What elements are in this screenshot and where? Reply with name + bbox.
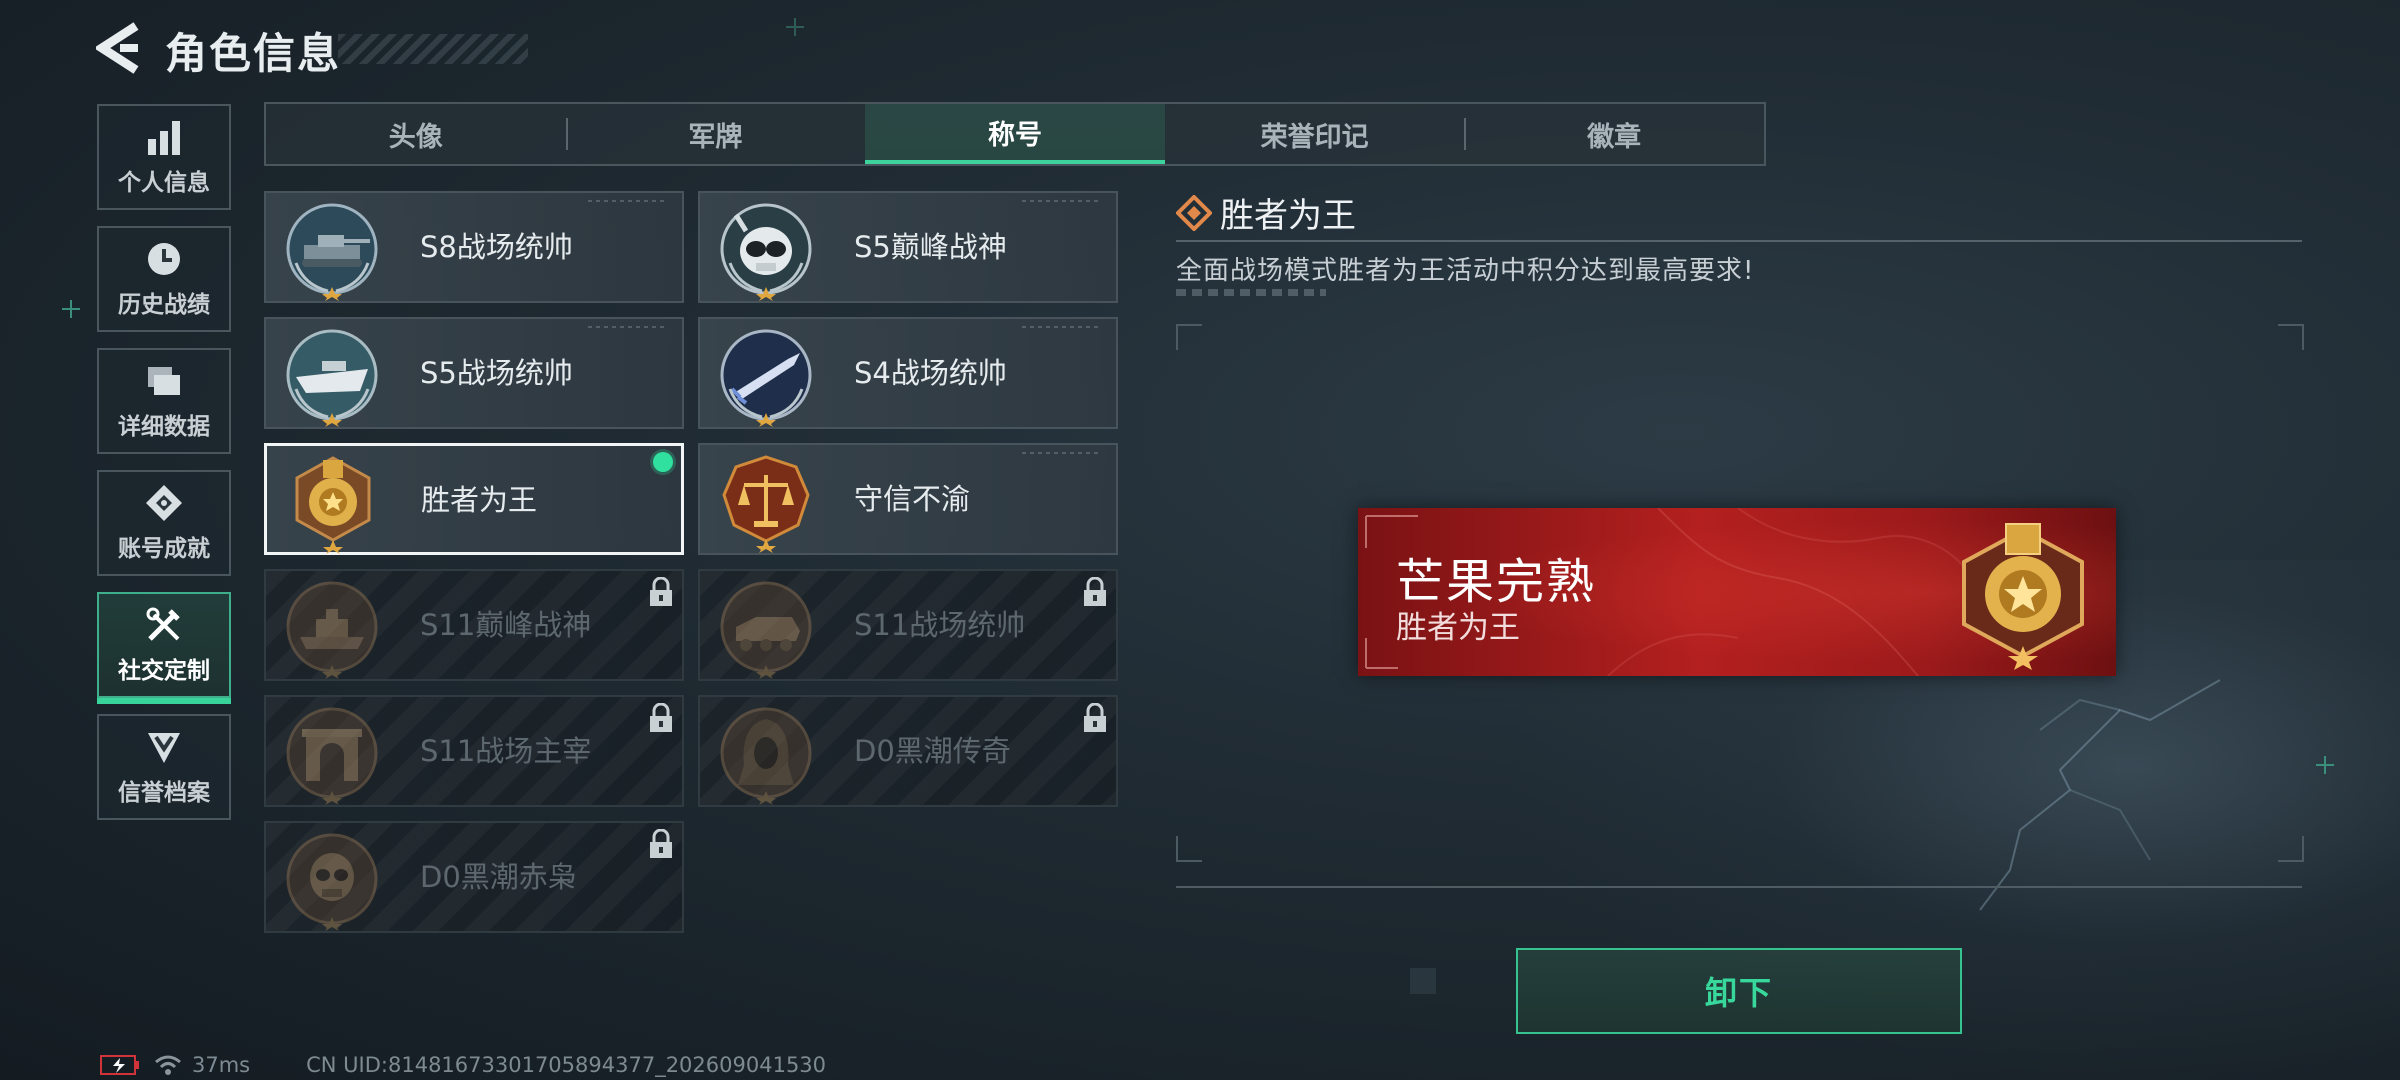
folders-icon — [148, 367, 180, 395]
apc-emblem-icon — [720, 581, 812, 679]
unequip-label: 卸下 — [1704, 974, 1773, 1012]
tab-avatar[interactable]: 头像 — [266, 104, 566, 164]
crosshair-decoration — [2316, 756, 2334, 774]
nav-item-personal-info[interactable]: 个人信息 — [97, 104, 231, 210]
frame-corner — [2278, 324, 2304, 350]
tab-honor-mark[interactable]: 荣誉印记 — [1165, 104, 1465, 164]
nav-label: 个人信息 — [118, 170, 210, 196]
decorative-tick — [1022, 452, 1102, 454]
title-name: S11战场主宰 — [420, 734, 592, 768]
title-name: D0黑潮赤枭 — [420, 860, 577, 894]
nav-label: 历史战绩 — [118, 292, 210, 318]
hovercraft-emblem-icon — [286, 581, 378, 679]
divider — [1176, 240, 2302, 242]
title-name: D0黑潮传奇 — [854, 734, 1011, 768]
title-name: S11战场统帅 — [854, 608, 1026, 642]
nav-label: 详细数据 — [118, 414, 210, 440]
skull-diver-emblem-icon — [720, 203, 812, 301]
divider — [1176, 886, 2302, 888]
missile-emblem-icon — [720, 329, 812, 427]
diamond-icon — [1176, 195, 1212, 231]
scales-emblem-icon — [722, 455, 810, 553]
nav-item-history[interactable]: 历史战绩 — [97, 226, 231, 332]
title-name: S5巅峰战神 — [854, 230, 1007, 264]
title-card-locked[interactable]: D0黑潮赤枭 — [264, 821, 684, 933]
nameplate-title: 胜者为王 — [1396, 610, 1520, 646]
battery-charging-icon — [100, 1055, 139, 1075]
tank-emblem-icon — [286, 203, 378, 301]
nav-item-detailed-data[interactable]: 详细数据 — [97, 348, 231, 454]
status-bar: 37ms CN UID:81481673301705894377_2026090… — [100, 1052, 826, 1078]
detail-description: 全面战场模式胜者为王活动中积分达到最高要求! — [1176, 256, 1755, 286]
wifi-icon — [155, 1055, 181, 1075]
user-uid: CN UID:81481673301705894377_202609041530 — [306, 1053, 827, 1077]
title-card[interactable]: S5战场统帅 — [264, 317, 684, 429]
title-card[interactable]: S4战场统帅 — [698, 317, 1118, 429]
unequip-button[interactable]: 卸下 — [1516, 948, 1962, 1034]
decorative-code — [1176, 289, 1326, 296]
decorative-square — [1410, 968, 1436, 994]
title-card-locked[interactable]: S11巅峰战神 — [264, 569, 684, 681]
title-card[interactable]: S8战场统帅 — [264, 191, 684, 303]
title-name: 守信不渝 — [854, 482, 971, 516]
frame-corner — [1176, 324, 1202, 350]
lock-icon — [650, 703, 672, 732]
decorative-tick — [1022, 200, 1102, 202]
nameplate-preview: 芒果完熟 胜者为王 — [1358, 508, 2116, 676]
title-name: 胜者为王 — [421, 483, 538, 517]
shield-chevron-icon — [148, 733, 180, 763]
decorative-tick — [1022, 326, 1102, 328]
lightning-decoration — [1979, 679, 2221, 911]
nav-item-credit-record[interactable]: 信誉档案 — [97, 714, 231, 820]
frame-corner — [2278, 836, 2304, 862]
page-title: 角色信息 — [165, 29, 342, 78]
title-name: S8战场统帅 — [420, 230, 573, 264]
title-name: S4战场统帅 — [854, 356, 1007, 390]
ping-value: 37ms — [192, 1053, 251, 1077]
nav-label: 信誉档案 — [118, 780, 210, 806]
gold-medal-emblem-icon — [295, 456, 371, 554]
nav-label: 社交定制 — [118, 658, 210, 684]
lock-icon — [650, 829, 672, 858]
bar-chart-icon — [148, 121, 180, 155]
back-button[interactable] — [96, 22, 142, 74]
title-card[interactable]: S5巅峰战神 — [698, 191, 1118, 303]
lock-icon — [650, 577, 672, 606]
arch-emblem-icon — [286, 707, 378, 805]
clock-icon — [148, 243, 180, 275]
tab-title[interactable]: 称号 — [865, 104, 1165, 164]
tab-badge[interactable]: 徽章 — [1464, 104, 1764, 164]
title-name: S11巅峰战神 — [420, 608, 592, 642]
crosshair-decoration — [786, 18, 804, 36]
title-name: S5战场统帅 — [420, 356, 573, 390]
title-card-selected[interactable]: 胜者为王 — [264, 443, 684, 555]
hooded-figure-emblem-icon — [720, 707, 812, 805]
skull-mask-emblem-icon — [286, 833, 378, 931]
wrench-tools-icon — [146, 607, 180, 641]
gold-medal-emblem-icon — [1962, 523, 2084, 670]
lock-icon — [1084, 703, 1106, 732]
title-card-locked[interactable]: S11战场主宰 — [264, 695, 684, 807]
nav-label: 账号成就 — [118, 536, 210, 562]
nav-item-achievements[interactable]: 账号成就 — [97, 470, 231, 576]
title-decoration — [338, 34, 528, 64]
boat-emblem-icon — [286, 329, 378, 427]
frame-corner — [1176, 836, 1202, 862]
tab-dog-tag[interactable]: 军牌 — [565, 104, 866, 164]
lock-icon — [1084, 577, 1106, 606]
category-tabs: 头像 军牌 称号 荣誉印记 徽章 — [264, 102, 1766, 166]
title-card-locked[interactable]: D0黑潮传奇 — [698, 695, 1118, 807]
equipped-indicator — [653, 452, 673, 472]
nav-item-social-custom[interactable]: 社交定制 — [97, 592, 231, 704]
crosshair-decoration — [62, 300, 80, 318]
decorative-tick — [588, 200, 668, 202]
achievement-icon — [146, 485, 182, 521]
title-card[interactable]: 守信不渝 — [698, 443, 1118, 555]
side-nav: 个人信息 历史战绩 详细数据 账号成就 社交定制 信誉档案 — [97, 104, 235, 836]
title-card-locked[interactable]: S11战场统帅 — [698, 569, 1118, 681]
detail-title: 胜者为王 — [1220, 196, 1356, 236]
decorative-tick — [588, 326, 668, 328]
